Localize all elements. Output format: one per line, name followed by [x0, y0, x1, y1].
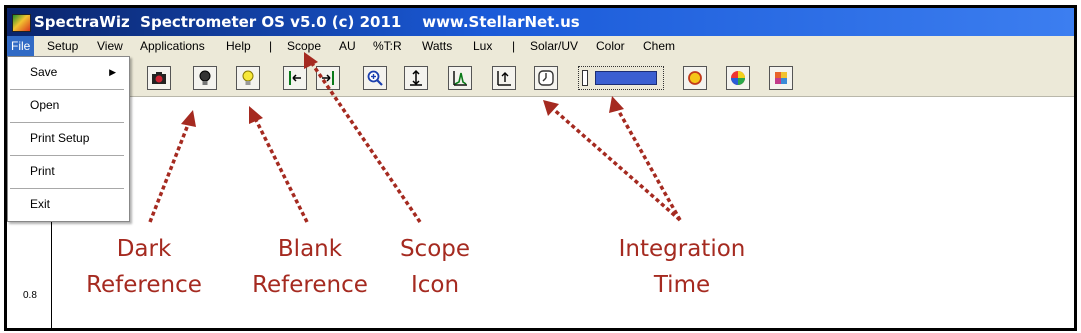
menu-au[interactable]: AU [339, 36, 356, 56]
peak-icon[interactable] [448, 66, 472, 90]
menu-view[interactable]: View [97, 36, 123, 56]
blank-reference-button[interactable] [236, 66, 260, 90]
menu-file[interactable]: File [7, 36, 35, 56]
file-menu-dropdown: Save ▶ Open Print Setup Print Exit [7, 56, 130, 222]
menu-chem[interactable]: Chem [643, 36, 675, 56]
color-wheel-icon[interactable] [726, 66, 750, 90]
menu-separator: | [512, 39, 516, 53]
right-bracket-icon[interactable] [316, 66, 340, 90]
sun-icon[interactable] [683, 66, 707, 90]
menu-scope[interactable]: Scope [287, 36, 321, 56]
annotation-blank-reference: Blank Reference [252, 236, 368, 298]
menu-applications[interactable]: Applications [140, 36, 205, 56]
menu-bar: File Setup View Applications Help | Scop… [7, 36, 1074, 56]
file-menu-open[interactable]: Open [8, 90, 126, 121]
y-tick-label: 0.8 [23, 290, 37, 301]
camera-icon[interactable] [147, 66, 171, 90]
left-bracket-icon[interactable] [283, 66, 307, 90]
palette-icon[interactable] [769, 66, 793, 90]
toolbar [7, 56, 1074, 97]
zoom-icon[interactable] [363, 66, 387, 90]
menu-lux[interactable]: Lux [473, 36, 492, 56]
menu-watts[interactable]: Watts [422, 36, 452, 56]
app-icon[interactable] [12, 14, 31, 32]
file-menu-save-label: Save [30, 65, 58, 79]
file-menu-print-setup[interactable]: Print Setup [8, 123, 126, 154]
dark-reference-button[interactable] [193, 66, 217, 90]
light-bulb-icon [242, 70, 254, 85]
menu-color[interactable]: Color [596, 36, 625, 56]
integration-time-bar[interactable] [595, 71, 657, 85]
title-bar: SpectraWiz Spectrometer OS v5.0 (c) 2011… [7, 8, 1074, 36]
scale-y-icon[interactable] [404, 66, 428, 90]
submenu-arrow-icon: ▶ [109, 67, 116, 77]
integration-slider-thumb[interactable] [582, 70, 588, 86]
menu-separator: | [269, 39, 273, 53]
integration-time-slider[interactable] [578, 66, 664, 90]
annotation-scope-icon: Scope Icon [399, 236, 471, 298]
file-menu-exit[interactable]: Exit [8, 189, 126, 220]
file-menu-save[interactable]: Save ▶ [8, 57, 126, 88]
window-title: SpectraWiz Spectrometer OS v5.0 (c) 2011… [34, 13, 580, 31]
menu-setup[interactable]: Setup [47, 36, 78, 56]
annotation-dark-reference: Dark Reference [86, 236, 202, 298]
menu-solar-uv[interactable]: Solar/UV [530, 36, 578, 56]
file-menu-print[interactable]: Print [8, 156, 126, 187]
menu-transmission-reflectance[interactable]: %T:R [373, 36, 402, 56]
integration-clock-icon[interactable] [534, 66, 558, 90]
menu-help[interactable]: Help [226, 36, 251, 56]
dark-bulb-icon [199, 70, 211, 85]
autoscale-icon[interactable] [492, 66, 516, 90]
annotation-integration-time: Integration Time [618, 236, 746, 298]
